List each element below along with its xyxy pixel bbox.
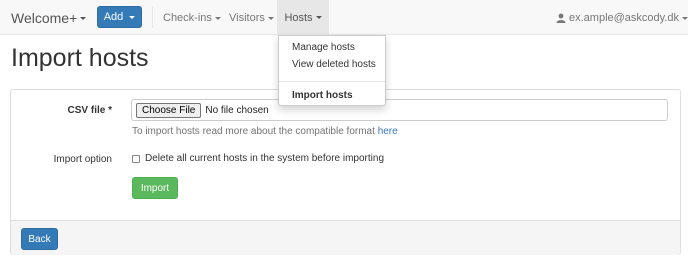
- file-status: No file chosen: [205, 104, 269, 116]
- nav-item-label: Check-ins: [163, 12, 212, 24]
- user-menu[interactable]: ex.ample@askcody.dk: [556, 12, 688, 24]
- import-option-label: Import option: [53, 154, 112, 165]
- delete-hosts-checkbox[interactable]: [132, 155, 140, 163]
- help-text: To import hosts read more about the comp…: [132, 126, 398, 137]
- csv-file-label: CSV file *: [67, 105, 112, 116]
- back-button[interactable]: Back: [21, 228, 58, 250]
- menu-item-import-hosts[interactable]: Import hosts: [292, 90, 353, 101]
- page-title: Import hosts: [11, 44, 149, 72]
- help-text-body: To import hosts read more about the comp…: [132, 126, 378, 137]
- user-icon: [556, 13, 566, 23]
- add-button-label: Add: [103, 11, 124, 23]
- navbar-divider: [152, 7, 153, 28]
- navbar: Welcome+ Add Check-ins Visitors Hosts ex…: [0, 0, 688, 35]
- nav-item-label: Hosts: [284, 11, 313, 24]
- chevron-down-icon: [267, 16, 274, 20]
- menu-item-manage-hosts[interactable]: Manage hosts: [292, 42, 355, 53]
- import-button[interactable]: Import: [132, 177, 178, 199]
- menu-divider: [279, 81, 385, 82]
- panel-footer: [11, 220, 680, 255]
- chevron-down-icon: [80, 16, 87, 20]
- csv-file-input[interactable]: Choose File No file chosen: [131, 99, 668, 121]
- brand-menu[interactable]: Welcome+: [11, 10, 87, 26]
- chevron-down-icon: [315, 16, 322, 19]
- chevron-down-icon: [214, 16, 221, 20]
- chevron-down-icon: [682, 16, 688, 20]
- chevron-down-icon: [129, 15, 136, 19]
- format-help-link[interactable]: here: [378, 126, 398, 137]
- brand-label: Welcome+: [11, 10, 78, 26]
- hosts-dropdown-menu: Manage hosts View deleted hosts Import h…: [278, 35, 386, 106]
- user-email: ex.ample@askcody.dk: [569, 12, 680, 24]
- add-button[interactable]: Add: [97, 6, 142, 28]
- nav-item-hosts[interactable]: Hosts: [277, 0, 329, 35]
- nav-item-check-ins[interactable]: Check-ins: [163, 12, 221, 24]
- choose-file-button[interactable]: Choose File: [136, 102, 202, 118]
- menu-item-view-deleted-hosts[interactable]: View deleted hosts: [292, 59, 376, 70]
- nav-item-label: Visitors: [229, 12, 265, 24]
- delete-hosts-checkbox-label[interactable]: Delete all current hosts in the system b…: [145, 153, 384, 164]
- nav-item-visitors[interactable]: Visitors: [229, 12, 274, 24]
